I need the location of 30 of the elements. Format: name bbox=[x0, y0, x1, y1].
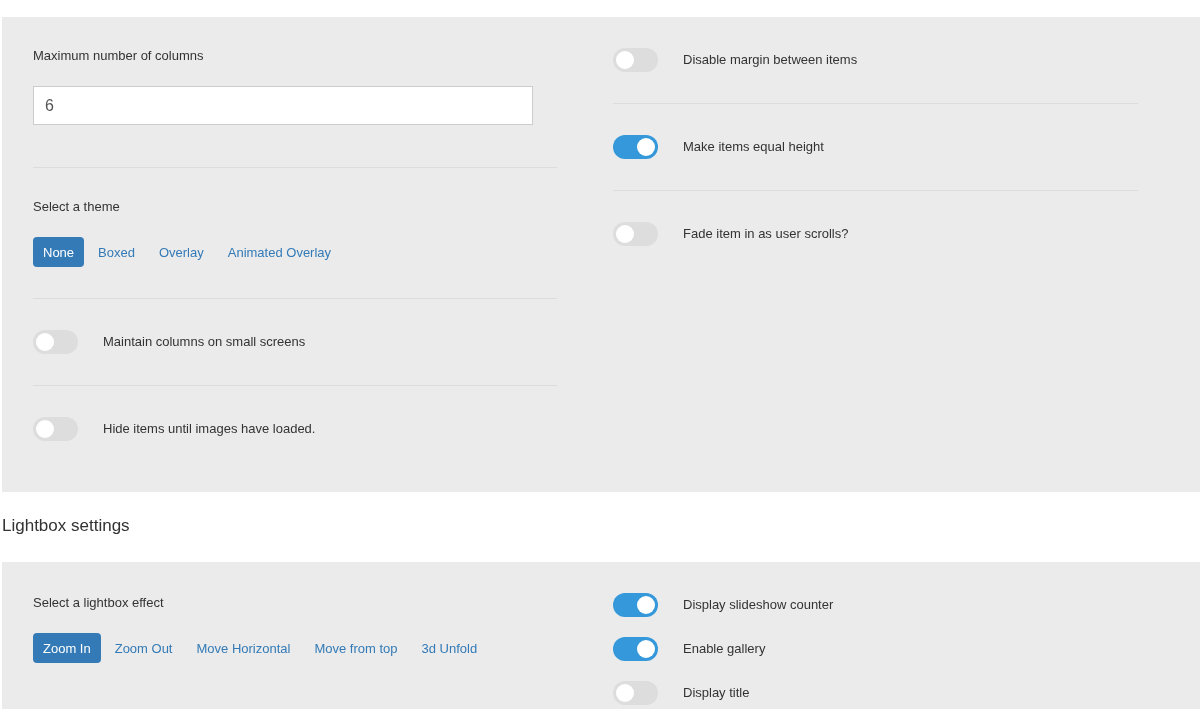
toggle-label: Enable gallery bbox=[683, 641, 766, 657]
toggle-switch[interactable] bbox=[613, 222, 658, 246]
toggle-switch[interactable] bbox=[613, 593, 658, 617]
toggle-switch[interactable] bbox=[33, 417, 78, 441]
toggle-switch[interactable] bbox=[613, 48, 658, 72]
option-button[interactable]: Move from top bbox=[304, 633, 408, 663]
option-button[interactable]: Zoom Out bbox=[104, 633, 183, 663]
field-label: Maximum number of columns bbox=[33, 48, 205, 64]
section-heading: Lightbox settings bbox=[2, 515, 131, 537]
option-button[interactable]: Move Horizontal bbox=[186, 633, 301, 663]
toggle-label: Maintain columns on small screens bbox=[103, 334, 306, 350]
toggle-label: Hide items until images have loaded. bbox=[103, 421, 316, 437]
toggle-switch[interactable] bbox=[613, 681, 658, 705]
toggle-switch[interactable] bbox=[613, 135, 658, 159]
toggle-label: Display slideshow counter bbox=[683, 597, 834, 613]
input-field[interactable]: 6 bbox=[33, 86, 533, 125]
toggle-switch[interactable] bbox=[33, 330, 78, 354]
toggle-label: Fade item in as user scrolls? bbox=[683, 226, 849, 242]
toggle-label: Disable margin between items bbox=[683, 52, 858, 68]
option-button[interactable]: 3d Unfold bbox=[411, 633, 488, 663]
option-button[interactable]: Boxed bbox=[88, 237, 145, 267]
toggle-label: Display title bbox=[683, 685, 750, 701]
option-button[interactable]: None bbox=[33, 237, 85, 267]
toggle-label: Make items equal height bbox=[683, 139, 824, 155]
option-label: Select a theme bbox=[33, 199, 121, 215]
toggle-switch[interactable] bbox=[613, 637, 658, 661]
option-button[interactable]: Zoom In bbox=[33, 633, 101, 663]
option-button[interactable]: Overlay bbox=[148, 237, 214, 267]
option-label: Select a lightbox effect bbox=[33, 595, 165, 611]
option-button[interactable]: Animated Overlay bbox=[217, 237, 342, 267]
